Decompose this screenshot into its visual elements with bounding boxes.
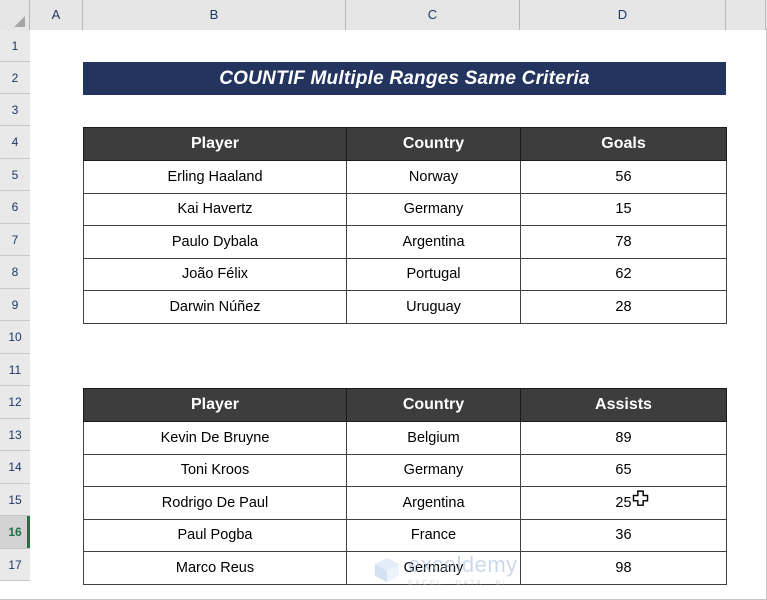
table-row: Darwin Núñez Uruguay 28 <box>83 290 727 324</box>
table-cell[interactable]: Erling Haaland <box>83 160 347 194</box>
column-header-a[interactable]: A <box>30 0 83 30</box>
table-cell[interactable]: Germany <box>346 192 521 226</box>
table-row: Paul Pogba France 36 <box>83 518 727 552</box>
column-header-c[interactable]: C <box>346 0 520 30</box>
table-cell[interactable]: 15 <box>520 192 727 226</box>
column-header-d[interactable]: D <box>520 0 726 30</box>
row-header-13[interactable]: 13 <box>0 419 30 451</box>
table-cell[interactable]: 78 <box>520 225 727 259</box>
table-cell[interactable]: 65 <box>520 453 727 487</box>
table-cell[interactable]: 28 <box>520 290 727 324</box>
table-cell[interactable]: Portugal <box>346 257 521 291</box>
column-header-cell: Player <box>83 388 347 422</box>
row-header-2[interactable]: 2 <box>0 62 30 94</box>
table-row: Erling Haaland Norway 56 <box>83 160 727 194</box>
table-cell[interactable]: France <box>346 518 521 552</box>
column-header-cell: Goals <box>520 127 727 161</box>
table-cell[interactable]: Paul Pogba <box>83 518 347 552</box>
table-cell[interactable]: 25 <box>520 486 727 520</box>
goals-table: Player Country Goals Erling Haaland Norway 5… <box>83 127 727 324</box>
table-cell[interactable]: 62 <box>520 257 727 291</box>
table-cell[interactable]: Germany <box>346 453 521 487</box>
table-cell[interactable]: Norway <box>346 160 521 194</box>
table-cell[interactable]: Germany <box>346 551 521 585</box>
table-cell[interactable]: 89 <box>520 421 727 455</box>
table-header-row: Player Country Goals <box>83 127 727 161</box>
table-cell[interactable]: 98 <box>520 551 727 585</box>
spreadsheet-grid[interactable]: ABCD 1 2 3 4 5 6 7 8 9 10 11 12 13 14 15 16 17 COUNTIF M… <box>0 0 767 600</box>
row-header-15[interactable]: 15 <box>0 484 30 516</box>
table-row: Kai Havertz Germany 15 <box>83 192 727 226</box>
row-header-3[interactable]: 3 <box>0 94 30 126</box>
table-cell[interactable]: Marco Reus <box>83 551 347 585</box>
table-row: Marco Reus Germany 98 <box>83 551 727 585</box>
row-header-7[interactable]: 7 <box>0 224 30 256</box>
table-row: Toni Kroos Germany 65 <box>83 453 727 487</box>
row-header-6[interactable]: 6 <box>0 191 30 224</box>
table-cell[interactable]: Paulo Dybala <box>83 225 347 259</box>
table-cell[interactable]: Argentina <box>346 225 521 259</box>
row-header-4[interactable]: 4 <box>0 126 30 159</box>
table-cell[interactable]: João Félix <box>83 257 347 291</box>
table-row: Kevin De Bruyne Belgium 89 <box>83 421 727 455</box>
column-header-b[interactable]: B <box>83 0 346 30</box>
table-cell[interactable]: Belgium <box>346 421 521 455</box>
column-header-cell: Country <box>346 127 521 161</box>
table-row: Rodrigo De Paul Argentina 25 <box>83 486 727 520</box>
row-header-8[interactable]: 8 <box>0 256 30 289</box>
row-header-11[interactable]: 11 <box>0 354 30 386</box>
column-header-cell: Assists <box>520 388 727 422</box>
column-header-row: ABCD <box>0 0 767 30</box>
table-cell[interactable]: Toni Kroos <box>83 453 347 487</box>
row-header-1[interactable]: 1 <box>0 30 30 62</box>
table-row: Paulo Dybala Argentina 78 <box>83 225 727 259</box>
table-cell[interactable]: Argentina <box>346 486 521 520</box>
row-header-column: 1 2 3 4 5 6 7 8 9 10 11 12 13 14 15 16 17 <box>0 30 30 581</box>
table-cell[interactable]: Uruguay <box>346 290 521 324</box>
table-cell[interactable]: Kai Havertz <box>83 192 347 226</box>
select-all-button[interactable] <box>0 0 30 30</box>
table-cell[interactable]: Kevin De Bruyne <box>83 421 347 455</box>
row-header-17[interactable]: 17 <box>0 549 30 581</box>
row-header-12[interactable]: 12 <box>0 386 30 419</box>
assists-table: Player Country Assists Kevin De Bruyne Belg… <box>83 388 727 585</box>
row-header-14[interactable]: 14 <box>0 451 30 484</box>
table-row: João Félix Portugal 62 <box>83 257 727 291</box>
table-cell[interactable]: 36 <box>520 518 727 552</box>
table-cell[interactable]: Rodrigo De Paul <box>83 486 347 520</box>
row-header-10[interactable]: 10 <box>0 321 30 354</box>
row-header-9[interactable]: 9 <box>0 289 30 321</box>
grid-cells-area[interactable]: COUNTIF Multiple Ranges Same Criteria Pl… <box>30 30 766 599</box>
column-header-cell: Player <box>83 127 347 161</box>
table-cell[interactable]: 56 <box>520 160 727 194</box>
title-banner-text: COUNTIF Multiple Ranges Same Criteria <box>219 67 590 89</box>
table-cell[interactable]: Darwin Núñez <box>83 290 347 324</box>
row-header-16[interactable]: 16 <box>0 516 30 549</box>
title-banner: COUNTIF Multiple Ranges Same Criteria <box>83 62 726 95</box>
row-header-5[interactable]: 5 <box>0 159 30 191</box>
column-header-blank[interactable] <box>726 0 766 30</box>
table-header-row: Player Country Assists <box>83 388 727 422</box>
select-all-triangle-icon <box>14 16 25 27</box>
column-header-cell: Country <box>346 388 521 422</box>
